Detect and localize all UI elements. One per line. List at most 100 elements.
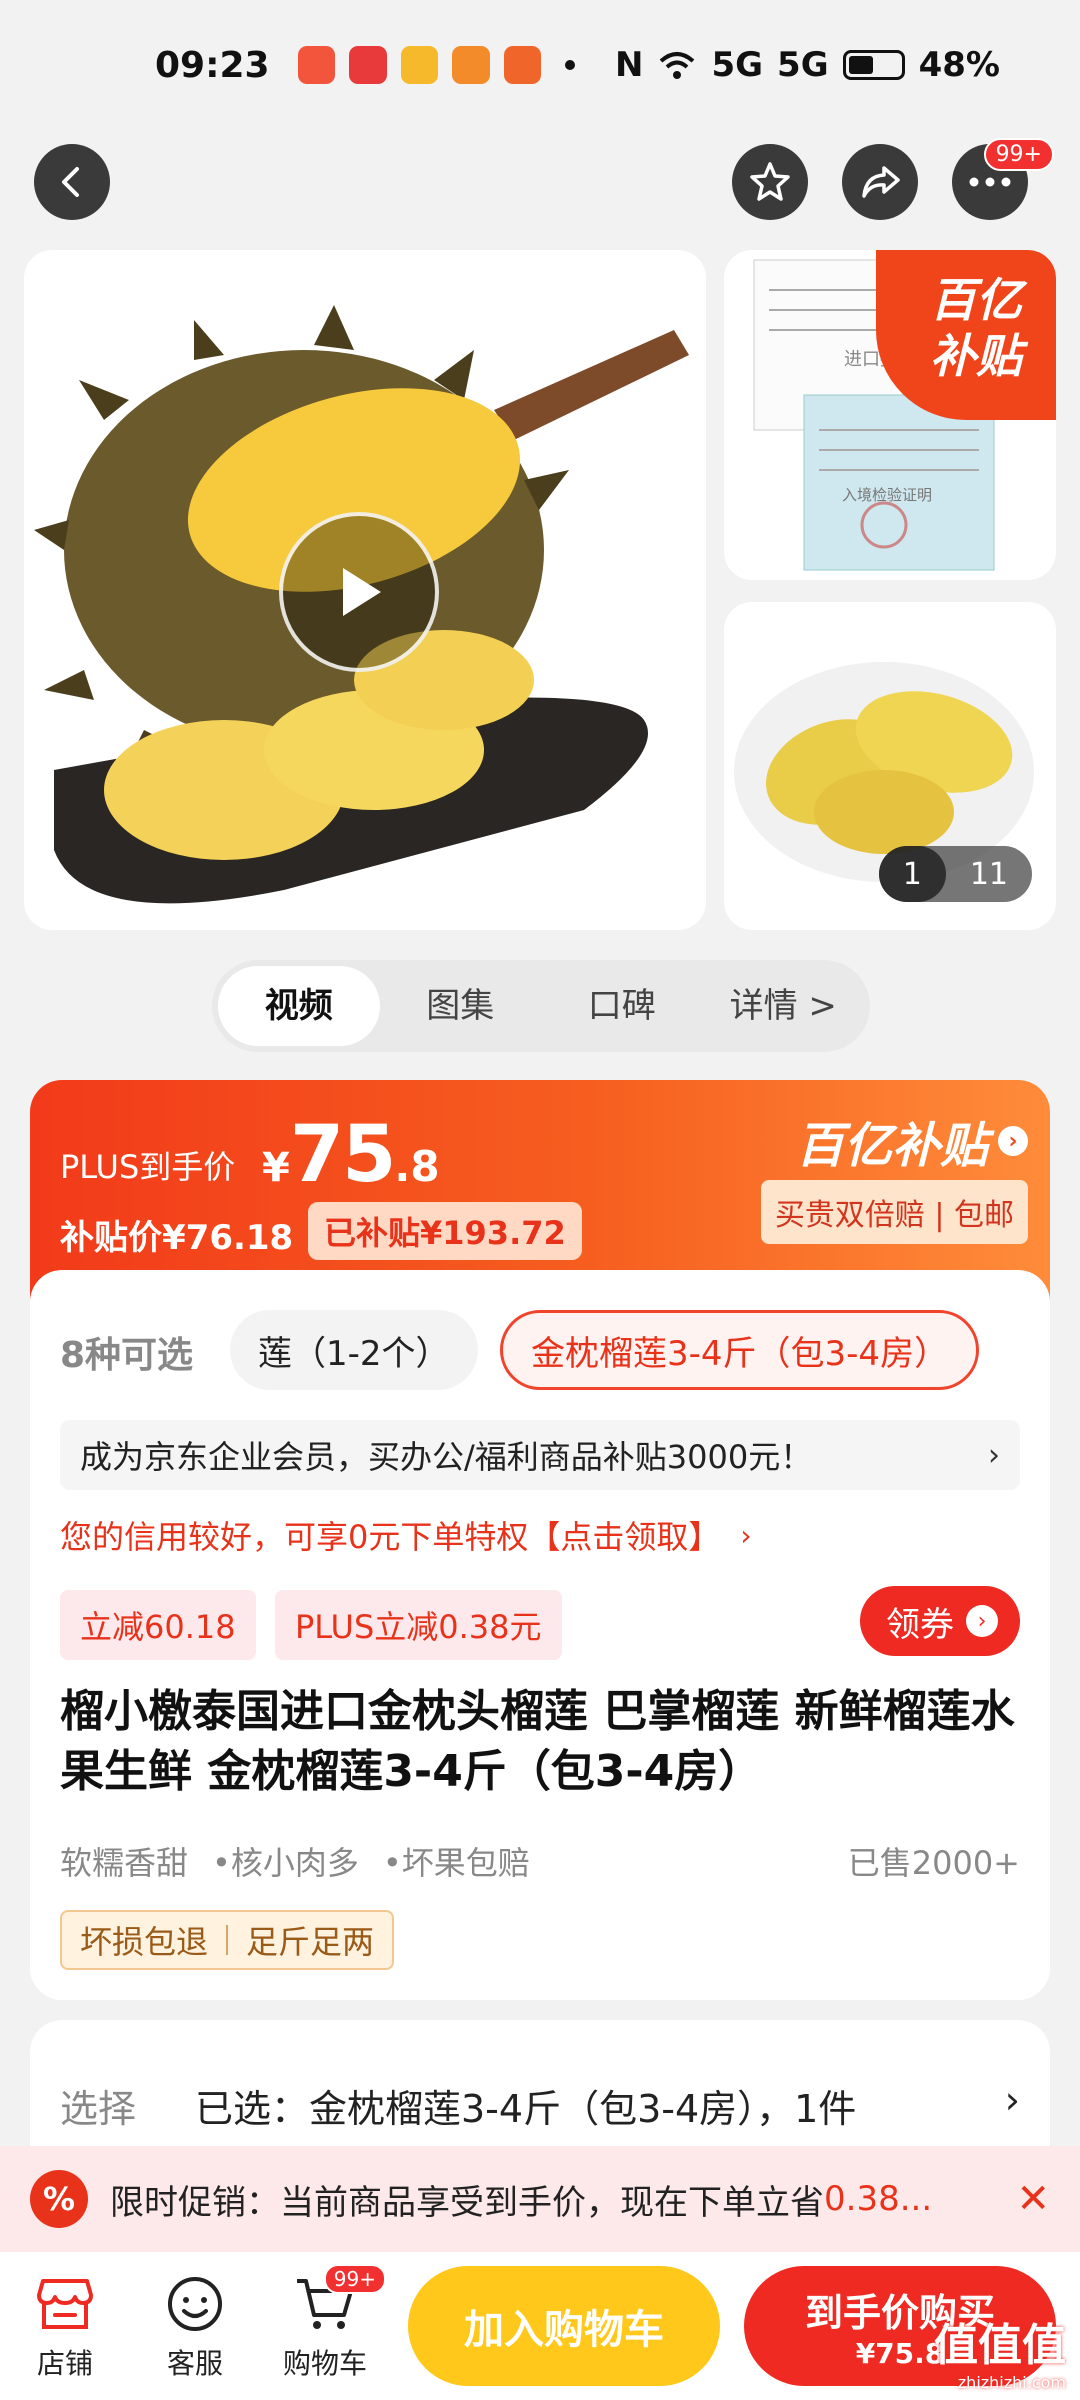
plus-price-decimal: .8 [394, 1142, 440, 1191]
coupon-discount[interactable]: 立减60.18 [60, 1590, 256, 1660]
feature-item: •坏果包赔 [382, 1844, 530, 1882]
image-counter: 1 11 [878, 846, 1032, 902]
promo-text: 限时促销：当前商品享受到手价，现在下单立省 [110, 2182, 824, 2223]
battery-fill [848, 56, 873, 74]
chevron-left-icon [62, 167, 79, 197]
subsidized-amount: 已补贴¥193.72 [308, 1202, 582, 1260]
feature-item: •核小肉多 [212, 1844, 359, 1882]
add-to-cart-button[interactable]: 加入购物车 [408, 2266, 720, 2386]
signal-icon-2: 5G [777, 45, 829, 85]
selection-value: 已选：金枕榴莲3-4斤（包3-4房），1件 [195, 2087, 857, 2131]
subsidy-corner-badge: 百亿 补贴 [876, 250, 1056, 420]
share-icon [862, 166, 900, 198]
buy-price: ¥75.8 [855, 2337, 945, 2370]
more-button[interactable]: 99+ [952, 138, 1054, 220]
coupon-plus-discount[interactable]: PLUS立减0.38元 [275, 1590, 562, 1660]
certificate-caption-2: 入境检验证明 [842, 486, 932, 504]
tab-details[interactable]: 详情 > [703, 966, 865, 1046]
app-icon-2 [349, 46, 387, 84]
subsidy-badge-line2: 补贴 [930, 329, 1022, 383]
customer-service-button[interactable]: 客服 [140, 2266, 250, 2382]
chevron-right-icon: › [740, 1518, 752, 1552]
feature-item: 软糯香甜 [60, 1844, 189, 1882]
credit-text: 您的信用较好，可享0元下单特权【点击领取】 [60, 1518, 721, 1556]
share-button[interactable] [842, 144, 918, 220]
enterprise-member-banner[interactable]: 成为京东企业会员，买办公/福利商品补贴3000元！ › [60, 1420, 1020, 1490]
cart-badge: 99+ [323, 2264, 386, 2294]
plus-price-integer: 75 [289, 1110, 397, 1200]
counter-total: 11 [969, 856, 1008, 892]
bottom-action-bar: 店铺 客服 99+ 购物车 加入购物车 到手价购买 ¥75.8 值值值 zhiz… [0, 2252, 1080, 2400]
thumb-certificate[interactable]: 进口报 入境检验证明 百亿 补贴 [724, 250, 1056, 580]
tab-reviews[interactable]: 口碑 [541, 966, 703, 1046]
chevron-right-icon: › [998, 1126, 1028, 1156]
more-badge: 99+ [983, 138, 1054, 171]
tab-video[interactable]: 视频 [218, 966, 380, 1046]
card-body: 8种可选 莲（1-2个） 金枕榴莲3-4斤（包3-4房） 成为京东企业会员，买办… [30, 1270, 1050, 2000]
status-time: 09:23 [155, 44, 270, 86]
chevron-right-icon: › [988, 1437, 1000, 1473]
service-icon [140, 2266, 250, 2342]
tab-gallery[interactable]: 图集 [380, 966, 542, 1046]
more-icon [969, 177, 1011, 187]
product-info-card: PLUS到手价 ¥75.8 补贴价¥76.18 已补贴¥193.72 百亿补贴 … [30, 1080, 1050, 2000]
shop-icon [10, 2266, 120, 2342]
spec-option-selected[interactable]: 金枕榴莲3-4斤（包3-4房） [500, 1310, 980, 1390]
watermark-logo: 值值值 zhizhizhi.com [934, 2309, 1066, 2392]
watermark-domain: zhizhizhi.com [957, 2373, 1066, 2392]
cart-icon: 99+ [270, 2264, 386, 2342]
back-button[interactable] [34, 144, 110, 220]
spec-row: 8种可选 莲（1-2个） 金枕榴莲3-4斤（包3-4房） [30, 1310, 1050, 1390]
service-label: 客服 [166, 2347, 223, 2380]
cart-button[interactable]: 99+ 购物车 [270, 2264, 386, 2382]
feature-list: 软糯香甜 •核小肉多 •坏果包赔 [60, 1838, 530, 1884]
chevron-right-icon: › [966, 1605, 998, 1637]
media-tabs: 视频 图集 口碑 详情 > [212, 960, 870, 1052]
guarantee-badge: 买贵双倍赔 | 包邮 [760, 1180, 1028, 1244]
signal-icon-1: 5G [711, 45, 764, 85]
sold-count: 已售2000+ [847, 1844, 1020, 1882]
subsidy-brand-link[interactable]: 百亿补贴 › [796, 1106, 1028, 1176]
play-button[interactable] [279, 512, 439, 672]
status-bar: 09:23 N 5G 5G 48% [0, 0, 1080, 130]
shop-button[interactable]: 店铺 [10, 2266, 120, 2382]
weibo-icon [400, 46, 439, 84]
enterprise-text: 成为京东企业会员，买办公/福利商品补贴3000元！ [80, 1438, 813, 1476]
spec-count[interactable]: 8种可选 [60, 1326, 193, 1378]
plus-price-currency: ¥ [262, 1145, 290, 1191]
counter-current: 1 [878, 846, 946, 902]
promo-banner[interactable]: % 限时促销：当前商品享受到手价，现在下单立省 0.38... ✕ [0, 2146, 1080, 2252]
chevron-right-icon: › [1004, 2078, 1020, 2122]
discount-icon: % [30, 2170, 88, 2228]
credit-privilege-link[interactable]: 您的信用较好，可享0元下单特权【点击领取】 › [60, 1512, 752, 1558]
selection-label: 选择 [60, 2087, 137, 2131]
image-gallery: 进口报 入境检验证明 百亿 补贴 1 11 [0, 250, 1080, 940]
thumb-durian-plate[interactable]: 1 11 [724, 602, 1056, 930]
close-icon[interactable]: ✕ [1016, 2176, 1050, 2222]
subsidy-price: 补贴价¥76.18 [60, 1218, 294, 1258]
get-coupon-button[interactable]: 领券 › [860, 1586, 1020, 1656]
app-icon-5 [503, 46, 542, 84]
favorite-button[interactable] [732, 144, 808, 220]
watermark-text: 值值值 [934, 2320, 1066, 2371]
battery-percent: 48% [918, 45, 1000, 85]
plus-price: ¥75.8 [262, 1110, 440, 1200]
tag-damage-refund: 坏损包退 [80, 1923, 209, 1961]
app-icon-1 [297, 46, 336, 84]
subsidy-badge-line1: 百亿 [930, 273, 1022, 327]
cart-label: 购物车 [282, 2347, 367, 2380]
subsidy-brand-text: 百亿补贴 [795, 1118, 988, 1174]
shop-label: 店铺 [36, 2347, 93, 2380]
reader-icon [452, 46, 490, 84]
star-icon [750, 162, 790, 201]
battery-icon [842, 50, 905, 80]
tag-full-weight: 足斤足两 [246, 1923, 375, 1961]
main-product-video[interactable] [24, 250, 706, 930]
get-coupon-label: 领券 [886, 1604, 954, 1645]
plus-price-label: PLUS到手价 [60, 1148, 236, 1186]
status-right: N 5G 5G 48% [615, 45, 1000, 85]
spec-option-small[interactable]: 莲（1-2个） [230, 1310, 478, 1390]
top-nav: 99+ [0, 138, 1080, 230]
service-tags[interactable]: 坏损包退 足斤足两 [60, 1910, 395, 1970]
notification-dot [565, 60, 575, 70]
